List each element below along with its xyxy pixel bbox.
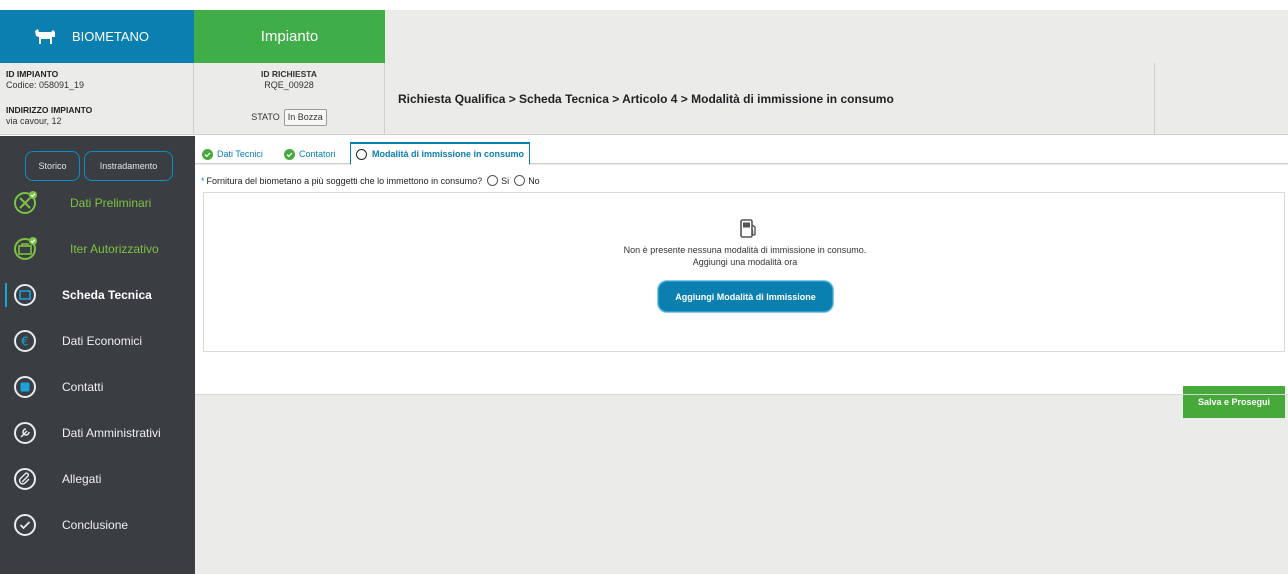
tab-contatori[interactable]: Contatori <box>284 144 336 164</box>
header-fill <box>385 10 1288 63</box>
impianto-codice: Codice: 058091_19 <box>6 80 85 90</box>
main-area: Dati Tecnici Contatori Modalità di immis… <box>195 136 1288 574</box>
brand-label: BIOMETANO <box>72 29 150 44</box>
fornitura-question: * Fornitura del biometano a più soggetti… <box>201 175 540 186</box>
sidebar-item-label: Dati Economici <box>62 334 143 348</box>
breadcrumb: Richiesta Qualifica > Scheda Tecnica > A… <box>385 63 1155 135</box>
wrench-icon <box>14 422 36 444</box>
radio-si-label: Si <box>501 175 510 186</box>
sidebar-item-allegati[interactable]: Allegati <box>0 456 195 502</box>
fuel-pump-icon <box>740 219 756 238</box>
tab-label: Modalità di immissione in consumo <box>372 149 525 159</box>
subtabs-bar: Dati Tecnici Contatori Modalità di immis… <box>195 136 1288 165</box>
check-icon <box>284 148 295 160</box>
sidebar-item-contatti[interactable]: Contatti <box>0 364 195 410</box>
required-mark: * <box>201 175 205 186</box>
tab-label: Dati Tecnici <box>217 149 263 159</box>
id-richiesta-label: ID RICHIESTA <box>260 69 318 79</box>
sidebar-item-dati-preliminari[interactable]: Dati Preliminari <box>0 180 195 226</box>
briefcase-icon <box>14 237 37 260</box>
tab-dati-tecnici[interactable]: Dati Tecnici <box>202 144 263 164</box>
circle-icon <box>356 148 367 160</box>
sidebar-item-label: Dati Preliminari <box>70 196 152 210</box>
empty-message: Non è presente nessuna modalità di immis… <box>623 245 867 255</box>
empty-hint: Aggiungi una modalità ora <box>692 257 798 267</box>
id-impianto-label: ID IMPIANTO <box>6 69 59 79</box>
tab-impianto-label: Impianto <box>260 28 319 45</box>
radio-no[interactable] <box>514 175 526 186</box>
check-icon <box>202 148 213 160</box>
radio-si[interactable] <box>487 175 499 186</box>
tab-impianto[interactable]: Impianto <box>194 10 385 63</box>
sidebar-item-dati-amministrativi[interactable]: Dati Amministrativi <box>0 410 195 456</box>
richiesta-id: RQE_00928 <box>264 80 314 90</box>
paperclip-icon <box>14 468 36 490</box>
sidebar-item-label: Allegati <box>62 472 102 486</box>
tab-modalita-immissione[interactable]: Modalità di immissione in consumo <box>350 142 531 165</box>
breadcrumb-text: Richiesta Qualifica > Scheda Tecnica > A… <box>398 91 894 106</box>
storico-button[interactable]: Storico <box>25 151 80 181</box>
brand-header[interactable]: BIOMETANO <box>0 10 194 63</box>
cow-icon <box>35 28 55 44</box>
radio-no-label: No <box>528 175 540 186</box>
sidebar-item-label: Contatti <box>62 380 104 394</box>
check-circle-icon <box>14 514 36 536</box>
instradamento-button[interactable]: Instradamento <box>84 151 173 181</box>
indirizzo-impianto-label: INDIRIZZO IMPIANTO <box>6 105 93 115</box>
save-continue-button[interactable]: Salva e Prosegui <box>1183 386 1285 418</box>
stato-label: STATO <box>251 112 280 122</box>
sidebar: Storico Instradamento Dati Preliminari I… <box>0 136 195 574</box>
document-icon <box>14 284 36 306</box>
info-filler <box>1155 63 1288 135</box>
sidebar-item-label: Conclusione <box>62 518 129 532</box>
sidebar-item-label: Iter Autorizzativo <box>70 242 159 256</box>
divider <box>195 394 1288 395</box>
sidebar-item-iter-autorizzativo[interactable]: Iter Autorizzativo <box>0 226 195 272</box>
sidebar-item-label: Dati Amministrativi <box>62 426 161 440</box>
richiesta-info: ID RICHIESTA RQE_00928 STATO In Bozza <box>194 63 385 135</box>
impianto-info: ID IMPIANTO Codice: 058091_19 INDIRIZZO … <box>0 63 194 135</box>
status-badge: In Bozza <box>283 109 327 126</box>
svg-text:€: € <box>21 335 29 349</box>
tools-icon <box>14 191 37 214</box>
impianto-indirizzo: via cavour, 12 <box>6 116 62 126</box>
modalita-panel: Non è presente nessuna modalità di immis… <box>203 192 1285 352</box>
euro-icon: € <box>14 330 36 352</box>
app-page: BIOMETANO Impianto ID IMPIANTO Codice: 0… <box>0 0 1288 574</box>
add-modalita-button[interactable]: Aggiungi Modalità di Immissione <box>658 281 833 312</box>
sidebar-item-conclusione[interactable]: Conclusione <box>0 502 195 548</box>
sidebar-item-scheda-tecnica[interactable]: Scheda Tecnica <box>0 272 195 318</box>
sidebar-item-label: Scheda Tecnica <box>62 288 152 302</box>
question-text: Fornitura del biometano a più soggetti c… <box>206 175 483 186</box>
sidebar-item-dati-economici[interactable]: € Dati Economici <box>0 318 195 364</box>
tab-label: Contatori <box>299 149 336 159</box>
tab-content: * Fornitura del biometano a più soggetti… <box>195 165 1288 418</box>
contacts-icon <box>14 376 36 398</box>
